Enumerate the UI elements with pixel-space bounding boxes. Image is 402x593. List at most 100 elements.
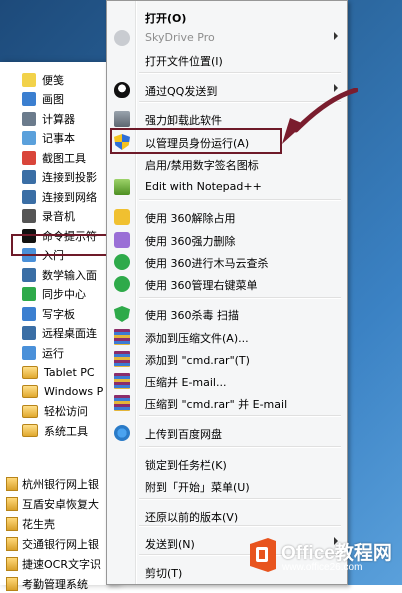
context-menu-item-label: 锁定到任务栏(K) — [145, 459, 227, 472]
start-menu-item[interactable]: 运行 — [0, 343, 118, 362]
projector-icon — [22, 170, 36, 184]
context-menu-item-label: 剪切(T) — [145, 567, 183, 580]
winrar-icon — [114, 395, 130, 411]
start-menu-item[interactable]: Tablet PC — [0, 363, 118, 382]
baidu-netdisk-icon — [114, 425, 130, 441]
context-menu-item-label: 通过QQ发送到 — [145, 85, 218, 98]
paint-icon — [22, 92, 36, 106]
program-folder-item[interactable]: 杭州银行网上银 — [0, 474, 118, 493]
program-folder-item[interactable]: 捷速OCR文字识 — [0, 554, 118, 573]
start-menu-item-label: 截图工具 — [42, 151, 86, 165]
context-menu-item: SkyDrive Pro — [110, 27, 344, 49]
folder-icon — [22, 365, 38, 379]
start-menu-item-label: 记事本 — [42, 132, 75, 145]
menu-separator — [139, 297, 341, 299]
start-menu-item-label: 写字板 — [42, 307, 75, 321]
context-menu-item[interactable]: 启用/禁用数字签名图标 — [110, 153, 344, 175]
start-menu-item[interactable]: 系统工具 — [0, 421, 118, 440]
folder-icon — [6, 476, 18, 491]
menu-separator — [139, 415, 341, 417]
command-prompt-highlight — [11, 234, 111, 256]
context-menu-item-label: 使用 360强力删除 — [145, 235, 236, 248]
start-menu-item[interactable]: 同步中心 — [0, 285, 118, 304]
uninstall-icon — [114, 111, 130, 127]
folder-icon — [22, 385, 38, 398]
office-watermark: Office教程网 www.office26.com — [248, 536, 398, 580]
start-menu-item-label: 同步中心 — [42, 288, 86, 301]
winrar-icon — [114, 329, 130, 345]
start-menu-item[interactable]: 画图 — [0, 90, 118, 109]
start-menu-item[interactable]: Windows P — [0, 382, 118, 401]
menu-360-icon — [114, 276, 130, 292]
folder-icon — [6, 536, 18, 551]
context-menu-item[interactable]: 上传到百度网盘 — [110, 422, 344, 444]
start-menu-item-label: 便笺 — [42, 73, 64, 87]
start-menu-item[interactable]: 便笺 — [0, 70, 118, 89]
start-menu-item-label: Tablet PC — [44, 365, 95, 379]
context-menu-item[interactable]: 附到「开始」菜单(U) — [110, 475, 344, 497]
run-as-admin-highlight — [110, 128, 282, 154]
context-menu-item-label: 上传到百度网盘 — [145, 428, 222, 441]
context-menu-item-label: 打开文件位置(I) — [145, 55, 223, 68]
program-folder-item[interactable]: 互盾安卓恢复大 — [0, 494, 118, 513]
antivirus-360-icon — [114, 306, 130, 322]
math-input-icon — [22, 267, 36, 282]
qq-penguin-icon — [114, 82, 130, 98]
program-folder-label: 互盾安卓恢复大 — [22, 497, 99, 511]
start-menu-item[interactable]: 截图工具 — [0, 148, 118, 167]
wordpad-icon — [22, 306, 36, 321]
context-menu-item[interactable]: 使用 360解除占用 — [110, 206, 344, 228]
delete-360-icon — [114, 232, 130, 248]
sync-center-icon — [22, 287, 36, 301]
start-menu-item[interactable]: 录音机 — [0, 207, 118, 226]
program-folder-item[interactable]: 交通银行网上银 — [0, 534, 118, 553]
program-folder-item[interactable]: 花生壳 — [0, 514, 118, 533]
folder-icon — [6, 556, 18, 571]
context-menu-item-label: 压缩并 E-mail... — [145, 376, 227, 389]
remote-desktop-icon — [22, 326, 36, 340]
context-menu-item[interactable]: 添加到压缩文件(A)... — [110, 326, 344, 348]
start-menu-all-programs: 便笺 画图 计算器 记事本 截图工具 连接到投影 连接到网络 录音机 命令提示符 入门 数学输入面同… — [0, 62, 119, 591]
skydrive-icon — [114, 30, 130, 46]
context-menu-item-label: 打开(O) — [145, 12, 187, 25]
context-menu-item-label: 使用 360管理右键菜单 — [145, 279, 258, 292]
context-menu-item[interactable]: 压缩并 E-mail... — [110, 370, 344, 392]
context-menu-item[interactable]: Edit with Notepad++ — [110, 176, 344, 198]
context-menu-item[interactable]: 打开文件位置(I) — [110, 49, 344, 71]
start-menu-item[interactable]: 记事本 — [0, 129, 118, 148]
context-menu-item[interactable]: 压缩到 "cmd.rar" 并 E-mail — [110, 392, 344, 414]
start-menu-item-label: 连接到网络 — [42, 190, 97, 204]
context-menu-item[interactable]: 还原以前的版本(V) — [110, 505, 344, 527]
calculator-icon — [22, 111, 36, 126]
start-menu-item[interactable]: 连接到网络 — [0, 187, 118, 206]
folder-icon — [6, 496, 18, 511]
winrar-icon — [114, 351, 130, 367]
program-folder-label: 捷速OCR文字识 — [22, 557, 101, 571]
context-menu-item[interactable]: 锁定到任务栏(K) — [110, 453, 344, 475]
context-menu-item-label: 发送到(N) — [145, 538, 195, 551]
program-folder-item[interactable]: 考勤管理系统 — [0, 574, 118, 593]
network-projector-icon — [22, 189, 36, 204]
start-menu-item-label: 画图 — [42, 93, 64, 106]
start-menu-item[interactable]: 连接到投影 — [0, 168, 118, 187]
context-menu-item[interactable]: 添加到 "cmd.rar"(T) — [110, 348, 344, 370]
context-menu-item-label: 压缩到 "cmd.rar" 并 E-mail — [145, 398, 288, 411]
snipping-tool-icon — [22, 150, 36, 165]
folder-icon — [22, 404, 38, 418]
context-menu-item[interactable]: 使用 360强力删除 — [110, 229, 344, 251]
start-menu-item[interactable]: 轻松访问 — [0, 402, 118, 421]
start-menu-item[interactable]: 远程桌面连 — [0, 324, 118, 343]
context-menu-item[interactable]: 使用 360进行木马云查杀 — [110, 251, 344, 273]
context-menu-item[interactable]: 使用 360管理右键菜单 — [110, 273, 344, 295]
start-menu-item[interactable]: 写字板 — [0, 304, 118, 323]
context-menu-item-label: 启用/禁用数字签名图标 — [145, 159, 259, 172]
folder-icon — [22, 424, 38, 437]
start-menu-item[interactable]: 计算器 — [0, 109, 118, 128]
watermark-title: Office教程网 — [281, 543, 392, 564]
folder-icon — [6, 576, 18, 591]
context-menu-item-label: 使用 360进行木马云查杀 — [145, 257, 269, 270]
context-menu-item[interactable]: 打开(O) — [110, 6, 344, 28]
menu-separator — [139, 199, 341, 201]
start-menu-item[interactable]: 数学输入面 — [0, 265, 118, 284]
context-menu-item[interactable]: 使用 360杀毒 扫描 — [110, 303, 344, 325]
